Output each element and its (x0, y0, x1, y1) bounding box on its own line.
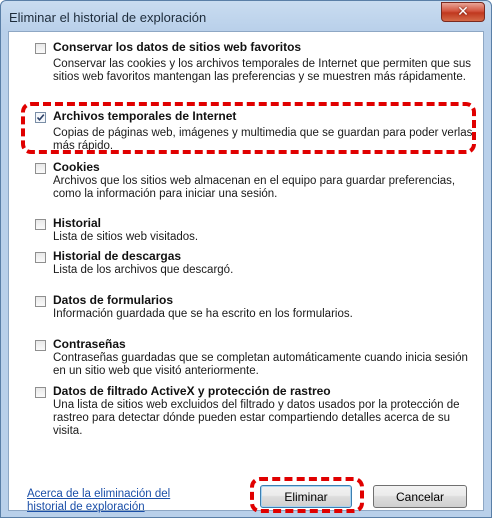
option-title[interactable]: Datos de filtrado ActiveX y protección d… (53, 384, 331, 398)
close-button[interactable]: ✕ (441, 2, 485, 22)
dialog-content: Conservar los datos de sitios web favori… (8, 31, 484, 514)
option-title[interactable]: Cookies (53, 160, 100, 174)
option-description: Una lista de sitios web excluidos del fi… (53, 399, 460, 437)
option-title[interactable]: Datos de formularios (53, 293, 173, 307)
checkbox-download-history[interactable] (35, 252, 46, 263)
option-description: Conservar las cookies y los archivos tem… (53, 58, 472, 83)
option-title[interactable]: Contraseñas (53, 337, 126, 351)
checkbox-activex-tracking[interactable] (35, 387, 46, 398)
cancel-button[interactable]: Cancelar (373, 485, 467, 508)
option-description: Contraseñas guardadas que se completan a… (53, 352, 468, 377)
highlight-annotation (250, 477, 364, 513)
checkbox-passwords[interactable] (35, 340, 46, 351)
about-deletion-link[interactable]: Acerca de la eliminación del historial d… (27, 488, 212, 514)
highlight-annotation (21, 102, 476, 154)
window-title: Eliminar el historial de exploración (9, 10, 207, 25)
checkbox-keep-favorites[interactable] (35, 43, 46, 54)
checkbox-form-data[interactable] (35, 296, 46, 307)
option-description: Lista de sitios web visitados. (53, 231, 199, 243)
close-icon: ✕ (457, 4, 469, 20)
title-bar[interactable]: Eliminar el historial de exploración ✕ (1, 1, 491, 31)
option-title[interactable]: Historial de descargas (53, 249, 181, 263)
option-title[interactable]: Historial (53, 216, 101, 230)
option-description: Información guardada que se ha escrito e… (53, 308, 353, 320)
checkbox-cookies[interactable] (35, 163, 46, 174)
dialog-window: Eliminar el historial de exploración ✕ C… (0, 0, 492, 518)
option-title[interactable]: Conservar los datos de sitios web favori… (53, 40, 301, 54)
option-description: Lista de los archivos que descargó. (53, 264, 234, 276)
option-description: Archivos que los sitios web almacenan en… (53, 175, 456, 200)
checkbox-history[interactable] (35, 219, 46, 230)
